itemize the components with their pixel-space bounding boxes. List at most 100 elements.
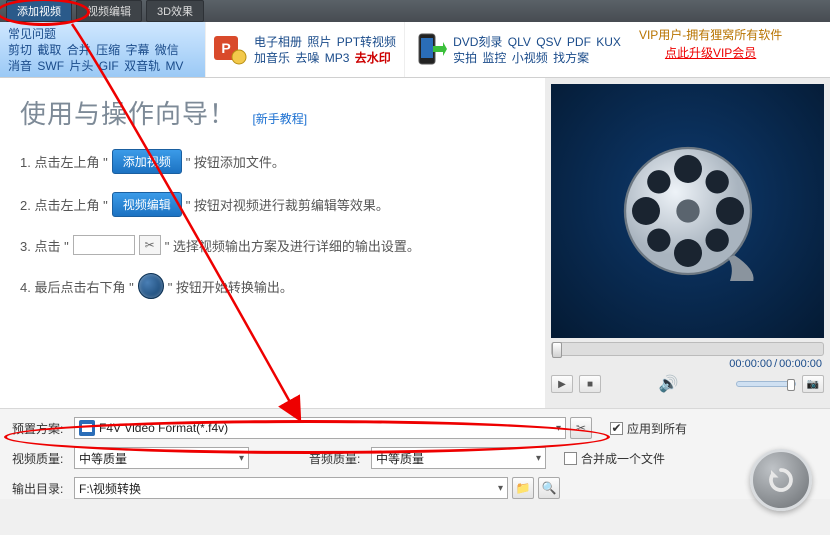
merge-checkbox[interactable]: [564, 452, 577, 465]
step1-add-video-badge: 添加视频: [112, 149, 182, 174]
link-item[interactable]: MV: [165, 59, 183, 73]
volume-icon[interactable]: 🔊: [659, 374, 679, 394]
svg-text:P: P: [221, 40, 230, 56]
linkbar: 常见问题 剪切 截取 合并 压缩 字幕 微信 消音 SWF 片头 GIF 双音轨…: [0, 22, 830, 78]
link-item[interactable]: 双音轨: [124, 59, 160, 73]
link-item[interactable]: SWF: [37, 59, 64, 73]
link-item[interactable]: 电子相册: [254, 35, 302, 49]
volume-thumb[interactable]: [787, 379, 795, 391]
step2-pre: 2. 点击左上角 ": [20, 195, 108, 214]
open-folder-button[interactable]: 🔍: [538, 477, 560, 499]
chevron-down-icon: ▾: [239, 453, 244, 464]
film-reel-icon: [618, 141, 758, 281]
step1-post: " 按钮添加文件。: [186, 152, 285, 171]
link-item[interactable]: 剪切: [8, 43, 32, 57]
faq-link[interactable]: 常见问题: [8, 27, 56, 41]
bottom-settings: 预置方案: F4V Video Format(*.f4v) ▾ ✂ ✔ 应用到所…: [0, 408, 830, 499]
link-item[interactable]: KUX: [596, 35, 621, 49]
link-item[interactable]: 截取: [37, 43, 61, 57]
left-links-row1: 剪切 截取 合并 压缩 字幕 微信: [8, 42, 197, 58]
play-button[interactable]: ▶: [551, 375, 573, 393]
browse-folder-button[interactable]: 📁: [512, 477, 534, 499]
preset-label: 预置方案:: [12, 420, 74, 437]
link-item[interactable]: 字幕: [125, 43, 149, 57]
linkbar-block-ppt: P 电子相册 照片 PPT转视频 加音乐 去噪 MP3 去水印: [205, 22, 404, 77]
step4-convert-icon: [138, 273, 164, 299]
convert-icon: [766, 465, 796, 495]
merge-label: 合并成一个文件: [581, 450, 665, 467]
block2-row1: DVD刻录 QLV QSV PDF KUX: [453, 34, 623, 50]
block1-row2: 加音乐 去噪 MP3: [254, 51, 351, 65]
apply-all-checkbox[interactable]: ✔: [610, 422, 623, 435]
apply-all-label: 应用到所有: [627, 420, 687, 437]
link-item[interactable]: QSV: [536, 35, 561, 49]
tutorial-link[interactable]: [新手教程]: [252, 112, 307, 126]
link-item[interactable]: 实拍: [453, 51, 477, 65]
chevron-down-icon: ▾: [498, 483, 503, 494]
step4-post: " 按钮开始转换输出。: [168, 277, 293, 296]
link-item[interactable]: 去噪: [295, 51, 319, 65]
snapshot-button[interactable]: 📷: [802, 375, 824, 393]
volume-slider[interactable]: [736, 381, 796, 387]
step3-post: " 选择视频输出方案及进行详细的输出设置。: [165, 236, 420, 255]
time-current: 00:00:00: [729, 358, 772, 370]
preset-settings-button[interactable]: ✂: [570, 417, 592, 439]
step2-post: " 按钮对视频进行裁剪编辑等效果。: [186, 195, 389, 214]
audio-quality-combo[interactable]: 中等质量 ▾: [371, 447, 546, 469]
link-item[interactable]: 消音: [8, 59, 32, 73]
titlebar: 添加视频 视频编辑 3D效果: [0, 0, 830, 22]
stop-button[interactable]: ■: [579, 375, 601, 393]
output-dir-label: 输出目录:: [12, 480, 74, 497]
add-video-button[interactable]: 添加视频: [6, 0, 72, 22]
step1-pre: 1. 点击左上角 ": [20, 152, 108, 171]
block1-row1: 电子相册 照片 PPT转视频: [254, 34, 398, 50]
preset-value: F4V Video Format(*.f4v): [99, 421, 228, 435]
linkbar-left: 常见问题 剪切 截取 合并 压缩 字幕 微信 消音 SWF 片头 GIF 双音轨…: [0, 22, 205, 77]
vip-text: VIP用户-拥有狸窝所有软件: [639, 26, 782, 44]
link-item[interactable]: GIF: [99, 59, 119, 73]
chevron-down-icon: ▾: [556, 423, 561, 434]
guide-title: 使用与操作向导！: [20, 99, 236, 129]
video-quality-combo[interactable]: 中等质量▾: [74, 447, 249, 469]
phone-icon: [411, 32, 447, 68]
convert-button[interactable]: [750, 449, 812, 511]
link-item[interactable]: 合并: [67, 43, 91, 57]
guide-step-1: 1. 点击左上角 " 添加视频 " 按钮添加文件。: [20, 149, 525, 174]
vip-upgrade-link[interactable]: 点此升级VIP会员: [639, 44, 782, 62]
audio-quality-value: 中等质量: [376, 450, 424, 467]
link-item[interactable]: PDF: [567, 35, 591, 49]
link-item[interactable]: DVD刻录: [453, 35, 502, 49]
ppt-icon: P: [212, 32, 248, 68]
3d-effects-button[interactable]: 3D效果: [146, 0, 204, 22]
remove-watermark-link[interactable]: 去水印: [355, 51, 391, 65]
guide-step-4: 4. 最后点击右下角 " " 按钮开始转换输出。: [20, 273, 525, 299]
audio-quality-label: 音频质量:: [309, 450, 371, 467]
link-item[interactable]: 加音乐: [254, 51, 290, 65]
playback-slider[interactable]: [551, 342, 824, 356]
preview-screen: [551, 84, 824, 338]
playback-thumb[interactable]: [552, 342, 562, 358]
f4v-icon: [79, 420, 95, 436]
link-item[interactable]: PPT转视频: [337, 35, 396, 49]
step4-pre: 4. 最后点击右下角 ": [20, 277, 134, 296]
preset-combo[interactable]: F4V Video Format(*.f4v) ▾: [74, 417, 566, 439]
guide-panel: 使用与操作向导！ [新手教程] 1. 点击左上角 " 添加视频 " 按钮添加文件…: [0, 78, 545, 408]
step3-gear-icon: ✂: [139, 235, 161, 255]
link-item[interactable]: 监控: [482, 51, 506, 65]
link-item[interactable]: 小视频: [512, 51, 548, 65]
link-item[interactable]: 微信: [155, 43, 179, 57]
time-total: 00:00:00: [779, 358, 822, 370]
time-sep: /: [774, 358, 777, 370]
output-dir-field[interactable]: F:\视频转换▾: [74, 477, 508, 499]
video-edit-button[interactable]: 视频编辑: [76, 0, 142, 22]
link-item[interactable]: 照片: [307, 35, 331, 49]
link-item[interactable]: 片头: [69, 59, 93, 73]
link-item[interactable]: MP3: [325, 51, 350, 65]
video-quality-label: 视频质量:: [12, 450, 74, 467]
chevron-down-icon: ▾: [536, 453, 541, 464]
block2-row2: 实拍 监控 小视频 找方案: [453, 50, 623, 66]
link-item[interactable]: 找方案: [553, 51, 589, 65]
vip-block: VIP用户-拥有狸窝所有软件 点此升级VIP会员: [629, 22, 792, 77]
link-item[interactable]: QLV: [508, 35, 531, 49]
link-item[interactable]: 压缩: [96, 43, 120, 57]
